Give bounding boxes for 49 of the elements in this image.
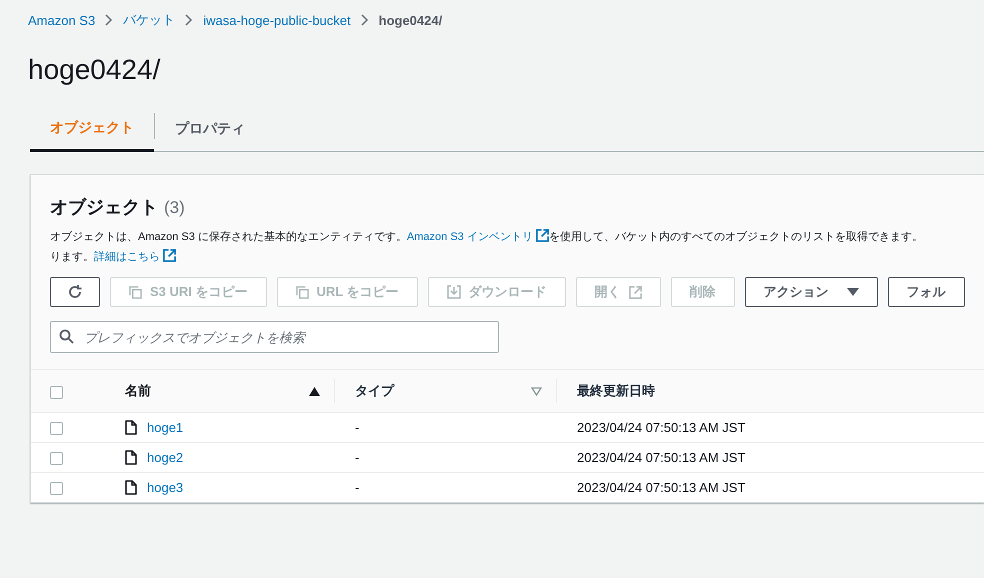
caret-down-icon	[846, 287, 859, 297]
panel-heading: オブジェクト	[50, 196, 158, 219]
download-icon	[446, 285, 461, 299]
table-cell: -	[355, 480, 360, 495]
column-header[interactable]: 名前	[125, 382, 151, 400]
file-icon	[125, 420, 137, 435]
object-name-link[interactable]: hoge2	[147, 450, 184, 465]
object-count: (3)	[164, 198, 185, 218]
table-cell: -	[355, 450, 360, 465]
file-icon	[125, 480, 137, 495]
file-icon	[125, 450, 137, 465]
column-header[interactable]: タイプ	[355, 382, 394, 400]
refresh-button[interactable]	[50, 277, 100, 307]
tab[interactable]: プロパティ	[155, 107, 265, 151]
row-checkbox[interactable]	[50, 482, 63, 496]
select-all-checkbox[interactable]	[50, 386, 63, 399]
breadcrumb-current: hoge0424/	[378, 12, 442, 28]
chevron-right-icon	[360, 14, 369, 26]
breadcrumb-link[interactable]: Amazon S3	[28, 12, 96, 28]
tab[interactable]: オブジェクト	[30, 107, 154, 152]
search-field[interactable]: プレフィックスでオブジェクトを検索	[50, 321, 499, 353]
toolbar-button[interactable]: フォル	[888, 277, 965, 307]
breadcrumb-link[interactable]: iwasa-hoge-public-bucket	[203, 12, 351, 28]
chevron-right-icon	[105, 14, 114, 26]
table-cell: -	[355, 420, 360, 435]
chevron-right-icon	[185, 14, 194, 26]
page-title: hoge0424/	[28, 53, 162, 87]
breadcrumb-link[interactable]: バケット	[123, 11, 176, 29]
copy-icon	[129, 286, 142, 298]
sort-ascending-icon[interactable]	[309, 386, 320, 396]
row-checkbox[interactable]	[50, 422, 63, 436]
table-cell: 2023/04/24 07:50:13 AM JST	[577, 420, 746, 435]
panel-description: オブジェクトは、Amazon S3 に保存された基本的なエンティティです。Amazon S3 インベントリ を使用して、バケット内のすべてのオブジェクトのリストを取得できます。 ります。詳細はこちら	[50, 228, 924, 265]
table-cell: 2023/04/24 07:50:13 AM JST	[577, 450, 746, 465]
external-link-icon	[163, 249, 176, 262]
sort-icon[interactable]	[531, 386, 542, 396]
external-link-icon	[536, 229, 549, 242]
object-name-link[interactable]: hoge3	[147, 480, 184, 495]
table-cell: 2023/04/24 07:50:13 AM JST	[577, 480, 746, 495]
object-name-link[interactable]: hoge1	[147, 420, 184, 435]
refresh-icon	[67, 284, 83, 300]
toolbar-button[interactable]: アクション	[744, 277, 878, 307]
inventory-link[interactable]: Amazon S3 インベントリ	[406, 231, 549, 243]
copy-icon	[296, 286, 309, 298]
row-checkbox[interactable]	[50, 452, 63, 466]
details-link[interactable]: 詳細はこちら	[94, 251, 176, 263]
external-link-icon	[628, 286, 642, 298]
search-icon	[59, 329, 74, 344]
column-header: 最終更新日時	[577, 382, 655, 400]
